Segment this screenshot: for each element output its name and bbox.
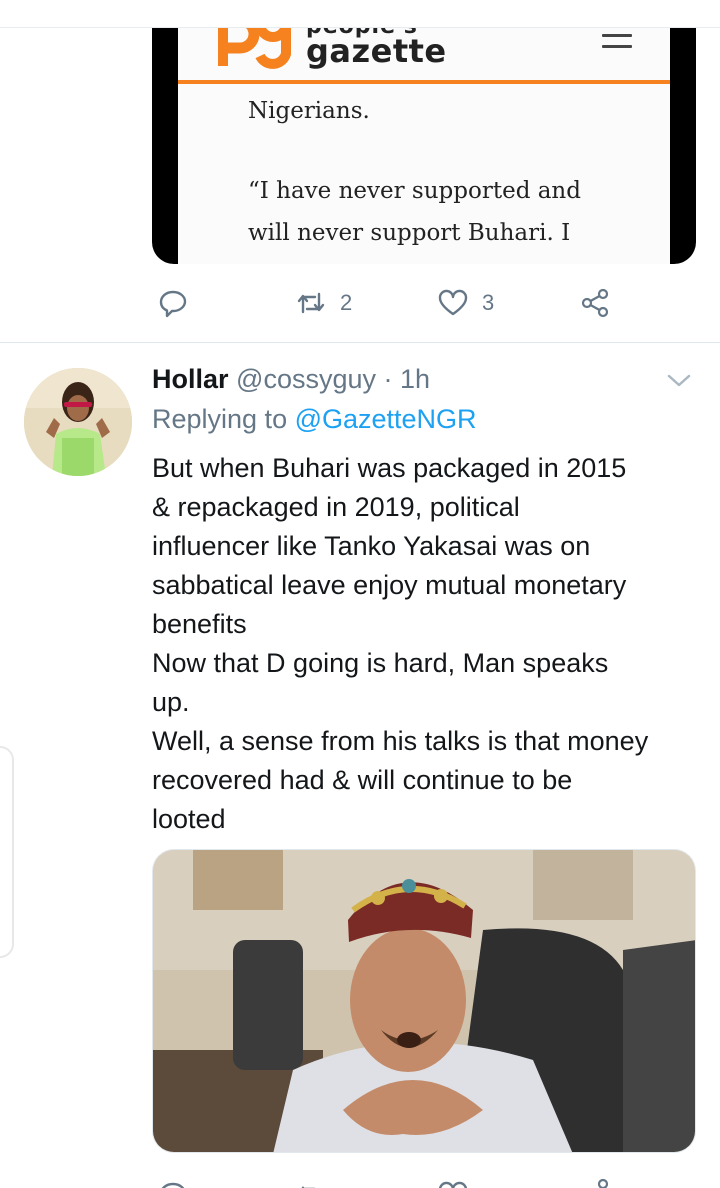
hamburger-menu-icon: [602, 34, 632, 52]
reply-icon[interactable]: [158, 1180, 188, 1188]
peoples-gazette-logo-icon: [218, 28, 291, 69]
like-count: 3: [482, 290, 495, 315]
article-line: “I have never supported and: [248, 178, 581, 204]
tweet-text-line: looted: [152, 804, 226, 834]
retweet-icon: [297, 292, 325, 314]
share-icon: [581, 288, 609, 318]
article-page: people's gazette Nigerians. “I have neve…: [178, 28, 670, 264]
share-icon[interactable]: [590, 1178, 620, 1188]
handle-and-time: @cossyguy · 1h: [228, 364, 431, 394]
tweet-divider: [0, 342, 720, 343]
article-line: will never support Buhari. I: [248, 220, 571, 246]
tweet-text-line: recovered had & will continue to be: [152, 765, 573, 795]
article-header: people's gazette: [178, 28, 670, 84]
meme-photo: [153, 850, 695, 1152]
tweet-text-line: sabbatical leave enjoy mutual monetary: [152, 570, 627, 600]
retweet-count: 2: [340, 290, 353, 315]
avatar-image: [24, 368, 132, 476]
tweet-text-line: Now that D going is hard, Man speaks: [152, 648, 609, 678]
tweet-text-line: But when Buhari was packaged in 2015: [152, 453, 627, 483]
tweet-text-line: up.: [152, 687, 190, 717]
display-name[interactable]: Hollar: [152, 364, 229, 394]
tweet-text-line: Well, a sense from his talks is that mon…: [152, 726, 649, 756]
reply-icon: [159, 290, 187, 318]
like-icon: [438, 289, 468, 316]
share-button[interactable]: [580, 288, 610, 318]
chevron-down-icon[interactable]: [664, 366, 694, 396]
like-icon[interactable]: [438, 1180, 468, 1188]
tweet-media-image[interactable]: [152, 849, 696, 1153]
tweet-text-line: influencer like Tanko Yakasai was on: [152, 531, 591, 561]
like-button[interactable]: 3: [438, 288, 494, 318]
retweet-icon[interactable]: [296, 1180, 326, 1188]
retweet-button[interactable]: 2: [296, 288, 352, 318]
tweet-media-article-screenshot[interactable]: people's gazette Nigerians. “I have neve…: [152, 28, 696, 264]
tweet-text-line: & repackaged in 2019, political: [152, 492, 520, 522]
reply-button[interactable]: [158, 288, 188, 318]
tweet-header: Hollar @cossyguy · 1h: [152, 364, 430, 395]
replying-to: Replying to @GazetteNGR: [152, 404, 477, 435]
edge-pull-tab[interactable]: [0, 746, 14, 958]
logo-text: gazette: [306, 32, 447, 70]
tweet-action-bar: [0, 1172, 720, 1188]
tweet-text-line: benefits: [152, 609, 247, 639]
reply-mention-link[interactable]: @GazetteNGR: [295, 404, 477, 434]
tweet-text: But when Buhari was packaged in 2015 & r…: [152, 449, 712, 839]
avatar[interactable]: [24, 368, 132, 476]
article-line: know Buhari has no: [248, 254, 648, 264]
article-body: Nigerians. “I have never supported and w…: [248, 90, 648, 264]
replying-label: Replying to: [152, 404, 295, 434]
article-line: Nigerians.: [248, 98, 370, 124]
prev-tweet-action-bar: 2 3: [0, 284, 720, 324]
top-divider: [0, 0, 720, 28]
